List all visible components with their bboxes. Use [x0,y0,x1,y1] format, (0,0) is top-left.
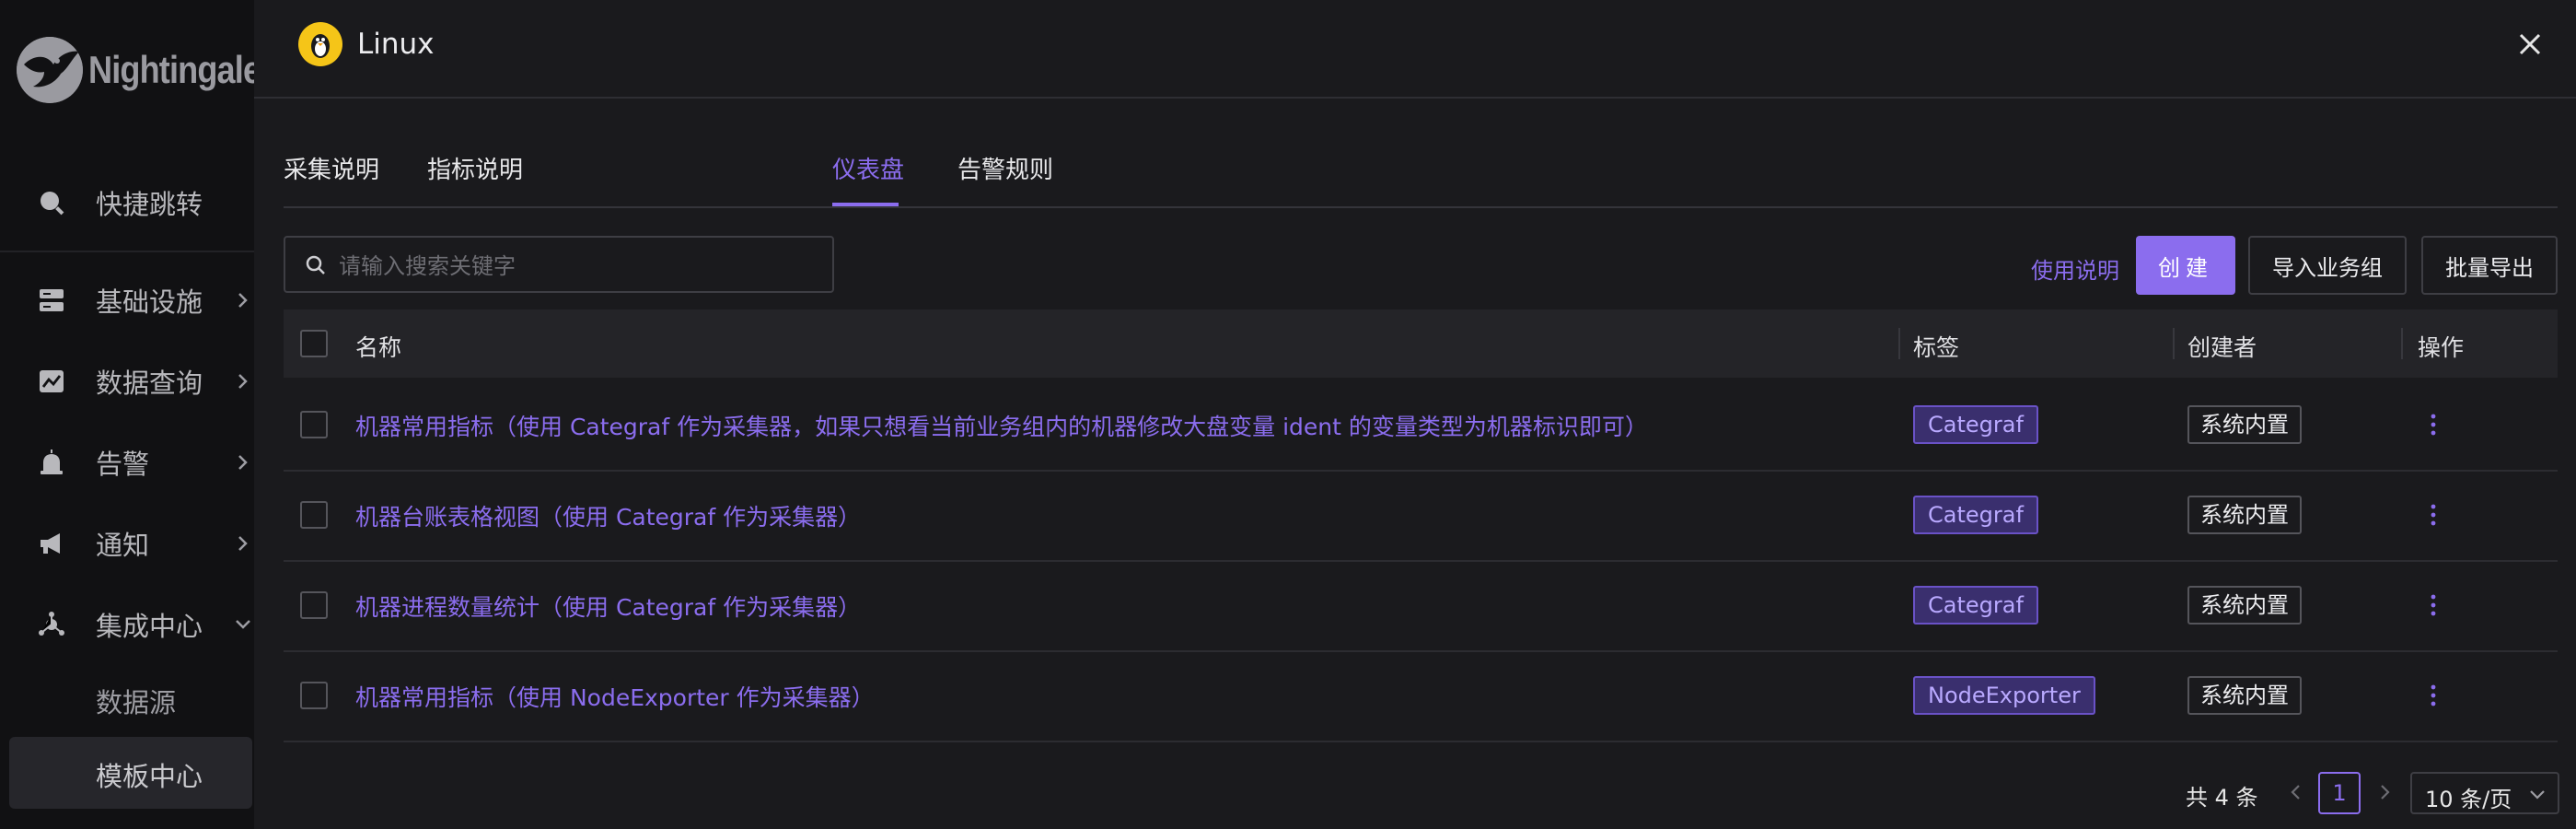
drawer-title: Linux [357,28,435,61]
creator-badge: 系统内置 [2187,586,2302,625]
sidebar-item-label: 集成中心 [96,611,203,642]
tab-bar: 采集说明 指标说明 仪表盘 告警规则 [284,129,2558,208]
row-checkbox[interactable] [300,682,328,709]
nightingale-bird-icon [17,37,83,103]
chevron-down-icon [236,620,250,629]
sidebar: Nightingale 快捷跳转 基础设施 数据查询 告警 通知 集成中心 数据… [0,0,261,829]
page-size-select[interactable]: 10 条/页 [2410,772,2559,814]
column-header-creator: 创建者 [2187,334,2257,361]
sidebar-item-notify[interactable]: 通知 [0,514,254,573]
sidebar-item-label: 通知 [96,530,150,561]
tag-badge: NodeExporter [1913,676,2095,715]
table-header: 名称 标签 创建者 操作 [284,309,2558,378]
search-input[interactable] [337,247,819,286]
tab-alert-rules[interactable]: 告警规则 [957,151,1053,185]
server-icon [35,284,68,317]
sidebar-item-quick-jump[interactable]: 快捷跳转 [0,173,254,232]
usage-guide-link[interactable]: 使用说明 [2031,252,2119,285]
column-separator [1898,328,1900,359]
tag-badge: Categraf [1913,405,2038,444]
search-icon [306,255,325,274]
more-actions-icon[interactable] [2419,682,2447,709]
sidebar-item-label: 基础设施 [96,286,203,318]
creator-badge: 系统内置 [2187,496,2302,534]
chevron-right-icon[interactable] [2373,781,2396,803]
tag-badge: Categraf [1913,586,2038,625]
search-box [284,236,834,293]
creator-badge: 系统内置 [2187,676,2302,715]
row-checkbox[interactable] [300,411,328,438]
tab-dashboards[interactable]: 仪表盘 [832,151,904,185]
pagination-total: 共 4 条 [2186,785,2258,811]
table-row: 机器常用指标（使用 Categraf 作为采集器，如果只想看当前业务组内的机器修… [284,379,2558,472]
tab-collection-guide[interactable]: 采集说明 [284,151,379,185]
chevron-right-icon [238,455,248,470]
more-actions-icon[interactable] [2419,591,2447,619]
column-header-actions: 操作 [2418,334,2465,361]
dashboard-name-link[interactable]: 机器常用指标（使用 Categraf 作为采集器，如果只想看当前业务组内的机器修… [355,409,1648,442]
sidebar-item-label: 数据查询 [96,368,203,399]
select-all-checkbox[interactable] [300,330,328,357]
batch-export-button[interactable]: 批量导出 [2421,236,2558,295]
drawer-header: Linux [254,0,2576,99]
table-row: 机器进程数量统计（使用 Categraf 作为采集器） Categraf 系统内… [284,560,2558,652]
column-header-tags: 标签 [1913,334,1960,361]
alarm-icon [35,446,68,479]
column-separator [2173,328,2175,359]
page-size-value: 10 条/页 [2425,787,2512,812]
more-actions-icon[interactable] [2419,411,2447,438]
row-checkbox[interactable] [300,591,328,619]
create-button[interactable]: 创建 [2136,236,2235,295]
sidebar-subitem-datasource[interactable]: 数据源 [96,682,176,720]
table-row: 机器台账表格视图（使用 Categraf 作为采集器） Categraf 系统内… [284,470,2558,562]
active-tab-indicator [832,203,899,206]
chevron-right-icon [238,374,248,389]
linux-penguin-icon [298,22,342,66]
sidebar-subitem-template-center[interactable]: 模板中心 [96,755,203,794]
more-actions-icon[interactable] [2419,501,2447,529]
sidebar-item-label: 告警 [96,449,150,480]
dashboard-name-link[interactable]: 机器常用指标（使用 NodeExporter 作为采集器） [355,680,875,713]
search-icon [35,186,68,219]
column-header-name: 名称 [355,334,402,361]
tag-badge: Categraf [1913,496,2038,534]
sidebar-item-data-query[interactable]: 数据查询 [0,352,254,411]
sidebar-divider [0,251,254,252]
integration-drawer: Linux 采集说明 指标说明 仪表盘 告警规则 使用说明 创建 导入业务组 批… [254,0,2576,829]
sidebar-item-infrastructure[interactable]: 基础设施 [0,271,254,330]
dashboard-name-link[interactable]: 机器台账表格视图（使用 Categraf 作为采集器） [355,499,861,532]
import-business-group-button[interactable]: 导入业务组 [2248,236,2407,295]
chevron-right-icon [238,536,248,551]
chevron-left-icon[interactable] [2285,781,2307,803]
sidebar-item-alerts[interactable]: 告警 [0,433,254,492]
chevron-right-icon [238,293,248,308]
row-checkbox[interactable] [300,501,328,529]
dashboard-name-link[interactable]: 机器进程数量统计（使用 Categraf 作为采集器） [355,590,861,623]
table-row: 机器常用指标（使用 NodeExporter 作为采集器） NodeExport… [284,650,2558,742]
logo-text: Nightingale [88,48,261,91]
logo[interactable]: Nightingale [17,33,289,107]
column-separator [2401,328,2403,359]
sidebar-item-label: 快捷跳转 [96,189,203,220]
sidebar-item-integration-center[interactable]: 集成中心 [0,595,254,654]
creator-badge: 系统内置 [2187,405,2302,444]
integration-icon [35,608,68,641]
pagination-current-page[interactable]: 1 [2318,772,2361,814]
chevron-down-icon [2530,790,2545,800]
tab-metrics-guide[interactable]: 指标说明 [427,151,523,185]
chart-icon [35,365,68,398]
close-icon[interactable] [2517,31,2543,57]
megaphone-icon [35,527,68,560]
